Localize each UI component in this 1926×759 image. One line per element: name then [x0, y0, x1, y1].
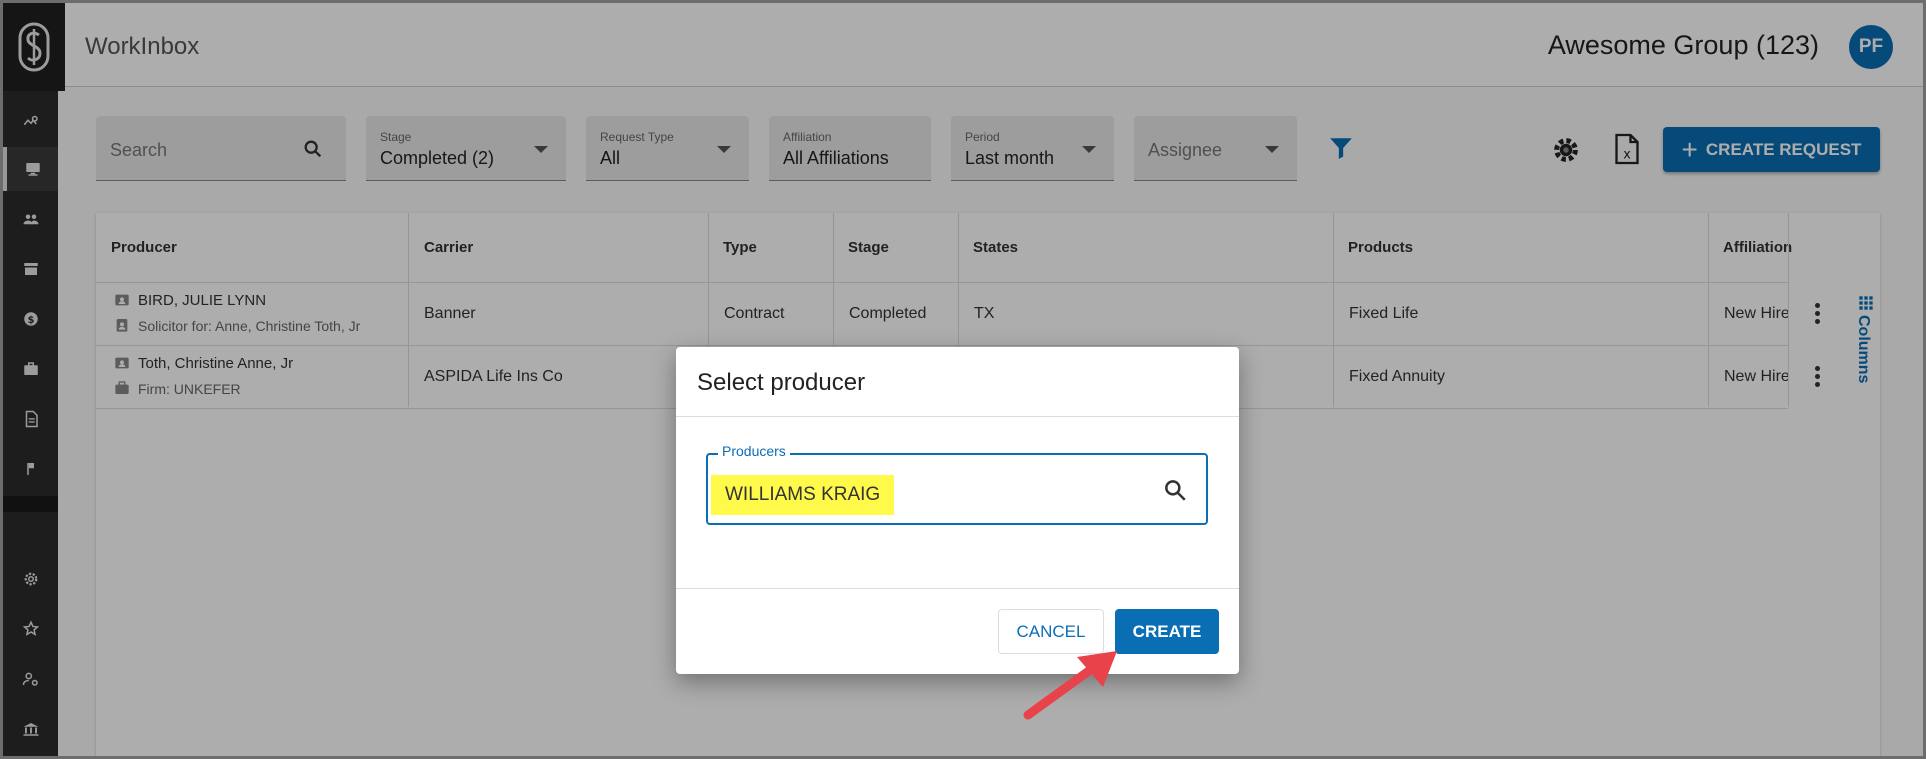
app-window: $ WorkInbox Awesome Group (123) PF Searc… — [0, 0, 1926, 759]
dialog-title: Select producer — [697, 369, 866, 396]
annotation-arrow-icon — [1023, 651, 1117, 720]
dialog-divider — [676, 588, 1239, 589]
producers-value[interactable]: WILLIAMS KRAIG — [711, 475, 895, 515]
producers-field[interactable]: Producers WILLIAMS KRAIG — [706, 443, 1208, 525]
producers-label: Producers — [718, 443, 790, 459]
search-icon[interactable] — [1162, 477, 1188, 503]
dialog-divider — [676, 416, 1239, 417]
select-producer-dialog: Select producer Producers WILLIAMS KRAIG… — [676, 347, 1239, 674]
